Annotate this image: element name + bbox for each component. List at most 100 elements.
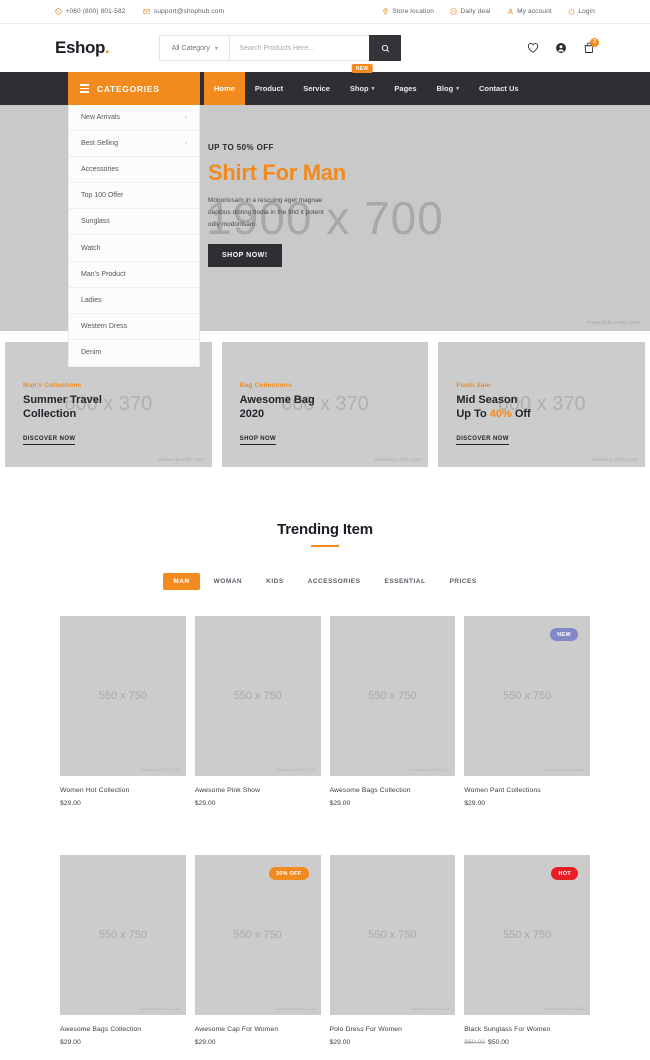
product-price: $29.00	[60, 1039, 81, 1046]
product-placeholder: 550 x 750	[233, 690, 282, 702]
nav-item-blog[interactable]: Blog ▾	[427, 72, 469, 105]
chevron-down-icon: ▾	[371, 85, 375, 92]
product-image[interactable]: 550 x 750 Powered by HTML.COM	[60, 855, 186, 1015]
category-select-value: All Category	[171, 44, 210, 52]
nav-item-product[interactable]: Product	[245, 72, 293, 105]
status-badge-sale: 30% OFF	[268, 867, 309, 880]
tab-woman[interactable]: WOMAN	[204, 573, 253, 590]
site-header: Eshop. All Category ▾ 2	[0, 24, 650, 72]
product-placeholder: 550 x 750	[368, 929, 417, 941]
category-item-watch[interactable]: Watch	[69, 235, 199, 262]
store-location-link[interactable]: Store location	[382, 8, 434, 15]
trending-title: Trending Item	[277, 521, 373, 538]
search-button[interactable]	[369, 35, 402, 61]
promo-card-awesome-bag[interactable]: 600 x 370 Bag Collections Awesome Bag 20…	[221, 342, 429, 467]
promo-link[interactable]: DISCOVER NOW	[23, 436, 76, 445]
product-card[interactable]: 550 x 750 Powered by HTML.COM Awesome Pi…	[194, 616, 321, 807]
email-link[interactable]: support@shophub.com	[143, 8, 224, 15]
product-image[interactable]: 550 x 750 Powered by HTML.COM	[194, 616, 321, 776]
nav-item-pages[interactable]: Pages	[384, 72, 426, 105]
nav-item-product-label: Product	[254, 84, 284, 93]
nav-item-home[interactable]: Home	[204, 72, 245, 105]
product-name: Polo Dress For Women	[329, 1026, 403, 1033]
phone-text: +060 (800) 801-582	[65, 8, 126, 15]
promo-link[interactable]: SHOP NOW	[239, 436, 277, 445]
promo-title-line1: Awesome Bag	[239, 394, 315, 406]
product-image[interactable]: 550 x 750 Powered by HTML.COM	[329, 616, 456, 776]
top-bar-links: Store location Daily deal My account Log…	[382, 8, 595, 15]
phone-link[interactable]: +060 (800) 801-582	[55, 8, 125, 15]
cart-button[interactable]: 2	[583, 38, 599, 54]
chevron-down-icon: ▾	[456, 85, 459, 92]
category-item-western-dress[interactable]: Western Dress	[69, 314, 199, 340]
tab-kids[interactable]: KIDS	[256, 573, 294, 590]
category-item-ladies[interactable]: Ladies	[69, 288, 199, 314]
promo-title-line1: Mid Season	[456, 394, 518, 406]
phone-icon	[55, 8, 62, 15]
category-item-top-100-offer[interactable]: Top 100 Offer	[69, 183, 199, 210]
product-card[interactable]: 550 x 750 Powered by HTML.COM Polo Dress…	[329, 855, 456, 1046]
product-card[interactable]: HOT 550 x 750 Powered by HTML.COM Black …	[464, 855, 590, 1046]
product-card[interactable]: NEW 550 x 750 Powered by HTML.COM Women …	[464, 616, 590, 807]
chevron-down-icon: ▾	[214, 45, 218, 52]
account-button[interactable]	[555, 42, 567, 54]
title-underline	[311, 545, 339, 547]
my-account-link[interactable]: My account	[507, 8, 552, 15]
top-bar-contact: +060 (800) 801-582 support@shophub.com	[55, 8, 224, 15]
main-navbar: CATEGORIES Home Product Service NEW Shop…	[0, 64, 650, 105]
category-item-label: Top 100 Offer	[81, 192, 124, 200]
product-image[interactable]: 550 x 750 Powered by HTML.COM	[60, 616, 186, 776]
hero-kicker: UP TO 50% OFF	[208, 143, 274, 152]
product-powered-by: Powered by HTML.COM	[410, 768, 450, 772]
promo-link[interactable]: DISCOVER NOW	[456, 436, 509, 445]
category-item-label: Western Dress	[81, 322, 128, 330]
product-image[interactable]: 550 x 750 Powered by HTML.COM	[329, 855, 456, 1015]
category-item-accessories[interactable]: Accessories	[69, 157, 199, 184]
promo-content: Flash Sale Mid Season Up To 40% Off DISC…	[456, 382, 531, 445]
wishlist-button[interactable]	[527, 42, 539, 54]
tab-accessories[interactable]: ACCESSORIES	[298, 573, 371, 590]
product-placeholder: 550 x 750	[98, 690, 148, 702]
hero-description: Moborlosam in a rescuing eget magnae dap…	[208, 197, 324, 229]
product-card[interactable]: 30% OFF 550 x 750 Powered by HTML.COM Aw…	[194, 855, 321, 1046]
category-item-sunglass[interactable]: Sunglass	[69, 209, 199, 236]
status-badge-hot: HOT	[551, 867, 578, 880]
search-input[interactable]	[229, 35, 370, 61]
product-card[interactable]: 550 x 750 Powered by HTML.COM Awesome Ba…	[329, 616, 456, 807]
category-item-denim[interactable]: Denim	[69, 340, 199, 366]
categories-button[interactable]: CATEGORIES	[68, 72, 200, 105]
tab-man[interactable]: MAN	[163, 573, 200, 590]
category-select[interactable]: All Category ▾	[159, 35, 230, 61]
product-card[interactable]: 550 x 750 Powered by HTML.COM Women Hot …	[60, 616, 186, 807]
promo-card-mid-season[interactable]: 600 x 370 Flash Sale Mid Season Up To 40…	[438, 342, 646, 467]
nav-item-contact[interactable]: Contact Us	[469, 72, 529, 105]
product-price: $29.00	[60, 800, 81, 807]
promo-content: Man's Collections Summer Travel Collecti…	[23, 382, 102, 445]
trending-tabs: MAN WOMAN KIDS ACCESSORIES ESSENTIAL PRI…	[0, 573, 650, 590]
nav-item-service[interactable]: Service	[293, 72, 340, 105]
nav-item-home-label: Home	[214, 84, 235, 93]
product-card[interactable]: 550 x 750 Powered by HTML.COM Awesome Ba…	[60, 855, 186, 1046]
product-placeholder: 550 x 750	[502, 690, 552, 702]
tab-essential[interactable]: ESSENTIAL	[374, 573, 435, 590]
search-bar: All Category ▾	[159, 35, 402, 61]
logo[interactable]: Eshop.	[55, 38, 110, 58]
promo-kicker: Bag Collections	[239, 382, 292, 389]
login-link[interactable]: Login	[568, 8, 595, 15]
promo-kicker: Flash Sale	[456, 382, 491, 389]
product-price: $29.00	[194, 800, 216, 807]
chevron-right-icon: ›	[185, 114, 187, 121]
product-placeholder: 550 x 750	[368, 690, 417, 702]
daily-deal-link[interactable]: Daily deal	[450, 8, 491, 15]
cart-count-badge: 2	[590, 38, 599, 47]
tab-prices[interactable]: PRICES	[439, 573, 486, 590]
tab-label: WOMAN	[213, 578, 243, 585]
category-item-mans-product[interactable]: Man's Product	[69, 262, 199, 288]
category-item-new-arrivals[interactable]: New Arrivals ›	[69, 105, 199, 132]
product-name: Awesome Pink Show	[194, 787, 261, 794]
category-item-best-selling[interactable]: Best Selling ›	[69, 131, 199, 158]
nav-item-service-label: Service	[303, 84, 330, 93]
hero-shop-now-button[interactable]: SHOP NOW!	[208, 244, 282, 268]
logo-dot: .	[104, 38, 110, 57]
nav-item-shop[interactable]: NEW Shop ▾	[340, 64, 385, 105]
